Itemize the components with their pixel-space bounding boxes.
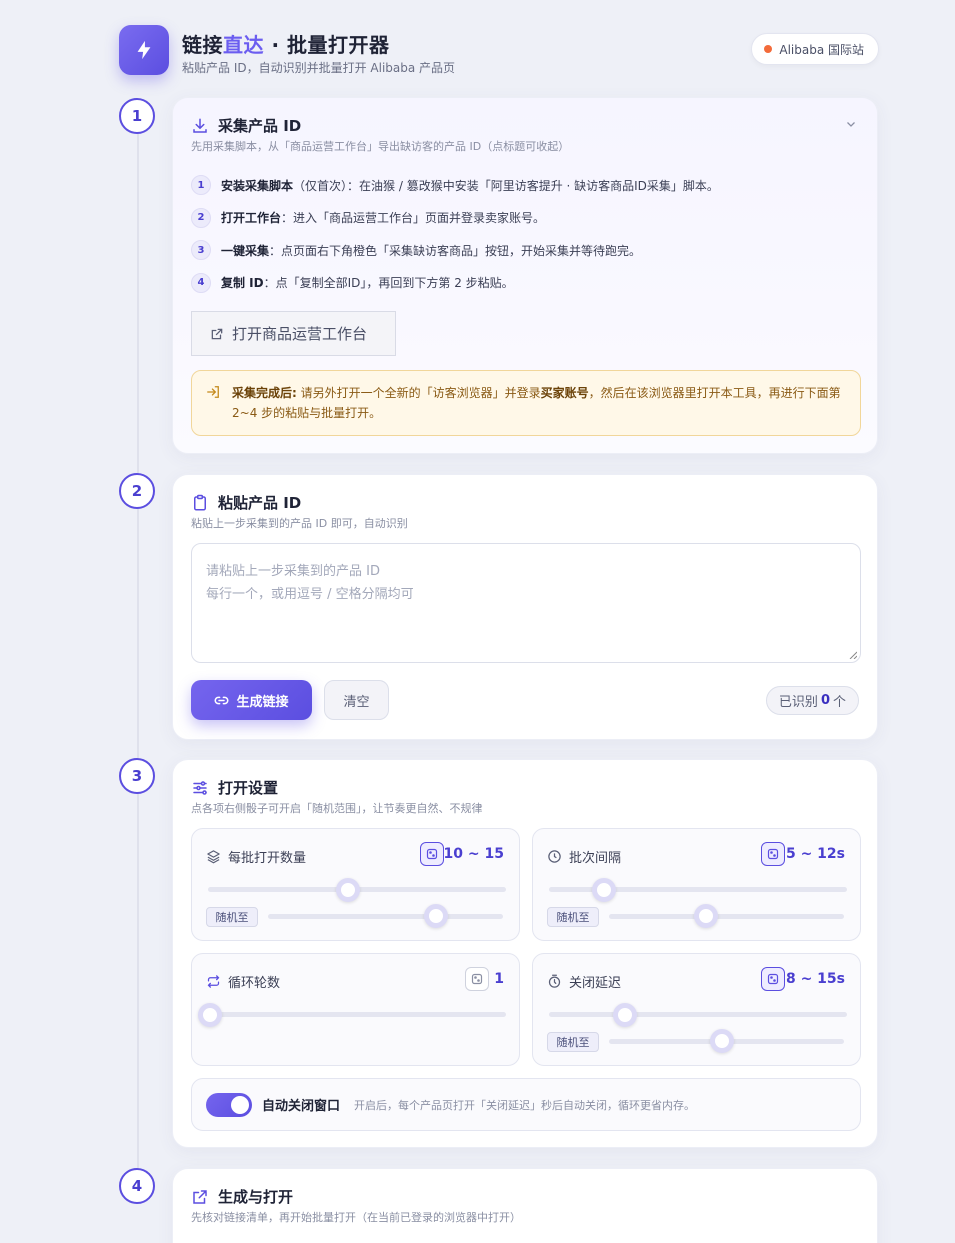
page-subtitle: 粘贴产品 ID，自动识别并批量打开 Alibaba 产品页 [182, 61, 456, 75]
setting-batch-count: 每批打开数量 10 ~ 15 随机至 [191, 828, 520, 941]
app-header: 链接直达 · 批量打开器 粘贴产品 ID，自动识别并批量打开 Alibaba 产… [119, 25, 879, 77]
auto-close-toggle[interactable] [206, 1092, 252, 1117]
random-slider-track[interactable] [609, 914, 844, 919]
auto-close-label: 自动关闭窗口 [262, 1099, 341, 1114]
slider-track[interactable] [549, 1012, 847, 1017]
random-slider-thumb[interactable] [693, 904, 718, 928]
slider-track[interactable] [208, 1012, 506, 1017]
slider-thumb[interactable] [336, 878, 361, 902]
download-icon [193, 118, 207, 133]
setting-value: 10 ~ 15 [443, 846, 504, 862]
dice-toggle-icon[interactable] [420, 842, 444, 866]
card-open-settings: 打开设置 点各项右侧骰子可开启「随机范围」，让节奏更自然、不规律 每批打开数量 … [172, 759, 878, 1148]
external-link-icon [211, 328, 223, 339]
slider-thumb[interactable] [591, 878, 616, 902]
slider-thumb[interactable] [198, 1003, 222, 1027]
setting-label: 关闭延迟 [547, 972, 621, 991]
random-slider-thumb[interactable] [424, 904, 449, 928]
open-workbench-button[interactable]: 打开商品运营工作台 [191, 311, 396, 356]
setting-close-delay: 关闭延迟 8 ~ 15s 随机至 [532, 953, 861, 1066]
list-item: 2 打开工作台 ：进入「商品运营工作台」页面并登录卖家账号。 [191, 207, 719, 229]
layers-icon [207, 850, 220, 864]
dice-toggle-icon[interactable] [465, 967, 489, 991]
random-tag: 随机至 [206, 907, 258, 927]
step-number-2: 2 [119, 473, 155, 509]
card-title-collect[interactable]: 采集产品 ID [191, 115, 301, 136]
card-desc-generate: 先核对链接清单，再开始批量打开（在当前已登录的浏览器中打开） [191, 1211, 521, 1224]
clipboard-icon [194, 494, 206, 510]
card-paste-ids: 粘贴产品 ID 粘贴上一步采集到的产品 ID 即可，自动识别 请粘贴上一步采集到… [172, 474, 878, 740]
lightning-icon [137, 40, 151, 60]
site-label: Alibaba 国际站 [779, 42, 864, 57]
card-title-settings: 打开设置 [191, 777, 278, 798]
card-desc-paste: 粘贴上一步采集到的产品 ID 即可，自动识别 [191, 517, 408, 530]
random-slider-thumb[interactable] [709, 1029, 734, 1053]
setting-label: 每批打开数量 [206, 847, 306, 866]
dice-toggle-icon[interactable] [761, 842, 785, 866]
clock-icon [548, 850, 561, 863]
random-tag: 随机至 [547, 907, 599, 927]
random-tag: 随机至 [547, 1032, 599, 1052]
placeholder-line-1: 请粘贴上一步采集到的产品 ID [206, 564, 380, 579]
list-item: 4 复制 ID ：点「复制全部ID」，再回到下方第 2 步粘贴。 [191, 272, 719, 294]
status-dot-icon [764, 45, 773, 53]
chevron-down-icon[interactable] [845, 118, 857, 130]
external-link-icon [193, 1189, 207, 1204]
clear-button[interactable]: 清空 [324, 680, 389, 720]
card-title-generate: 生成与打开 [191, 1186, 293, 1207]
setting-label: 循环轮数 [206, 972, 280, 991]
random-slider-track[interactable] [268, 914, 503, 919]
placeholder-line-2: 每行一个，或用逗号 / 空格分隔均可 [206, 587, 414, 602]
link-icon [215, 696, 229, 704]
generate-links-button[interactable]: 生成链接 [191, 680, 312, 720]
recognized-count-badge: 已识别 0 个 [765, 686, 859, 715]
list-item: 1 安装采集脚本 （仅首次）：在油猴 / 篡改猴中安装「阿里访客提升 · 缺访客商品… [191, 174, 719, 196]
sliders-icon [193, 780, 207, 795]
auto-close-desc: 开启后，每个产品页打开「关闭延迟」秒后自动关闭，循环更省内存。 [354, 1098, 696, 1112]
timeline-line [137, 134, 139, 1174]
timer-icon [548, 974, 561, 988]
step-number-1: 1 [119, 98, 155, 134]
setting-loop-count: 循环轮数 1 [191, 953, 520, 1066]
page-title: 链接直达 · 批量打开器 [182, 33, 390, 57]
setting-label: 批次间隔 [547, 847, 621, 866]
step-number-4: 4 [119, 1168, 155, 1204]
card-generate-open: 生成与打开 先核对链接清单，再开始批量打开（在当前已登录的浏览器中打开） [172, 1168, 878, 1243]
card-desc-settings: 点各项右侧骰子可开启「随机范围」，让节奏更自然、不规律 [191, 802, 483, 815]
card-collect-ids: 采集产品 ID 先用采集脚本，从「商品运营工作台」导出缺访客的产品 ID（点标题… [172, 97, 878, 454]
setting-batch-interval: 批次间隔 5 ~ 12s 随机至 [532, 828, 861, 941]
step-number-3: 3 [119, 758, 155, 794]
collect-steps-list: 1 安装采集脚本 （仅首次）：在油猴 / 篡改猴中安装「阿里访客提升 · 缺访客商品… [191, 174, 719, 304]
login-arrow-icon [207, 386, 219, 398]
setting-value: 1 [494, 971, 504, 987]
notice-after-collect: 采集完成后: 请另外打开一个全新的「访客浏览器」并登录买家账号，然后在该浏览器里… [191, 370, 861, 436]
card-title-paste: 粘贴产品 ID [191, 492, 301, 513]
setting-value: 5 ~ 12s [785, 846, 845, 862]
dice-toggle-icon[interactable] [761, 967, 785, 991]
site-badge[interactable]: Alibaba 国际站 [751, 33, 879, 65]
slider-thumb[interactable] [612, 1003, 637, 1027]
resize-handle-icon[interactable] [849, 651, 857, 659]
repeat-icon [207, 975, 220, 988]
auto-close-row: 自动关闭窗口 开启后，每个产品页打开「关闭延迟」秒后自动关闭，循环更省内存。 [191, 1078, 861, 1131]
setting-value: 8 ~ 15s [785, 971, 845, 987]
list-item: 3 一键采集 ：点页面右下角橙色「采集缺访客商品」按钮，开始采集并等待跑完。 [191, 239, 719, 261]
app-logo [119, 25, 169, 75]
product-id-input[interactable]: 请粘贴上一步采集到的产品 ID 每行一个，或用逗号 / 空格分隔均可 [191, 543, 861, 663]
card-desc-collect: 先用采集脚本，从「商品运营工作台」导出缺访客的产品 ID（点标题可收起） [191, 140, 570, 153]
